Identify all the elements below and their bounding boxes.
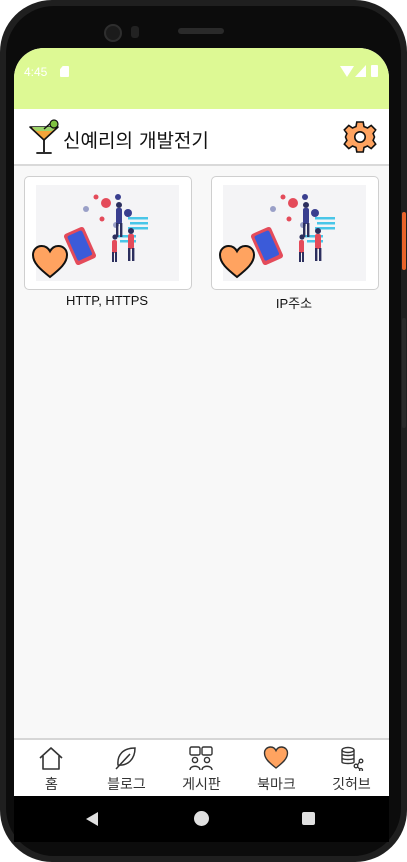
nav-label: 깃허브 <box>332 777 371 793</box>
nav-label: 블로그 <box>107 777 146 793</box>
sd-card-icon <box>60 66 69 77</box>
post-card[interactable] <box>211 176 379 290</box>
recents-icon[interactable] <box>302 812 315 825</box>
screen: 4:45 신예리의 개발전기 HTTP, HTTPS IP주소 홈 블로그 게시… <box>14 48 389 796</box>
status-time: 4:45 <box>24 65 48 79</box>
bottom-navigation: 홈 블로그 게시판 북마크 깃허브 <box>14 738 389 796</box>
volume-button <box>402 318 406 428</box>
nav-label: 게시판 <box>182 777 221 793</box>
app-header: 신예리의 개발전기 <box>14 109 389 166</box>
home-circle-icon[interactable] <box>194 811 209 826</box>
nav-label: 북마크 <box>257 777 296 793</box>
cocktail-icon <box>29 119 59 154</box>
back-icon[interactable] <box>86 812 98 826</box>
heart-icon[interactable] <box>31 244 69 280</box>
power-button <box>402 212 406 270</box>
gear-icon[interactable] <box>343 120 377 154</box>
post-card[interactable] <box>24 176 192 290</box>
post-title: HTTP, HTTPS <box>65 293 149 308</box>
battery-icon <box>371 65 378 77</box>
nav-item-github[interactable]: 깃허브 <box>314 740 389 796</box>
heart-icon <box>263 746 289 769</box>
nav-item-blog[interactable]: 블로그 <box>89 740 164 796</box>
earpiece-speaker <box>178 28 224 34</box>
signal-icon <box>355 65 366 77</box>
app-title: 신예리의 개발전기 <box>63 130 209 152</box>
system-navigation-bar <box>14 796 389 842</box>
nav-item-bookmark[interactable]: 북마크 <box>239 740 314 796</box>
nav-item-home[interactable]: 홈 <box>14 740 89 796</box>
nav-label: 홈 <box>45 777 58 793</box>
leaf-icon <box>115 747 136 770</box>
home-icon <box>39 747 63 770</box>
database-share-icon <box>341 746 364 771</box>
wifi-icon <box>340 66 354 77</box>
nav-item-board[interactable]: 게시판 <box>164 740 239 796</box>
chat-people-icon <box>189 746 213 771</box>
status-bar: 4:45 <box>14 48 389 109</box>
post-title: IP주소 <box>275 296 313 311</box>
proximity-sensor <box>131 26 139 38</box>
heart-icon[interactable] <box>218 244 256 280</box>
front-camera <box>104 24 122 42</box>
